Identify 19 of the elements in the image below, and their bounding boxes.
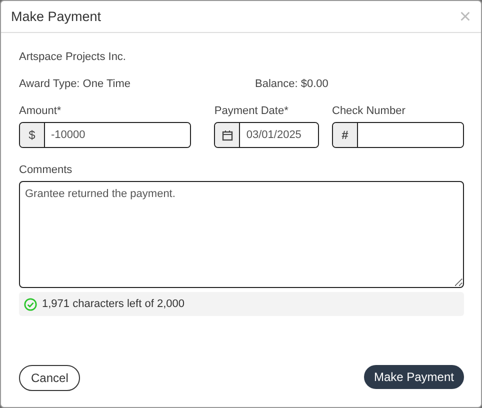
field-label: Amount*	[19, 105, 62, 117]
check-number-field[interactable]: #	[332, 122, 464, 148]
calendar-icon	[222, 130, 233, 140]
currency-addon: $	[20, 123, 45, 147]
date-field[interactable]: 03/01/2025	[214, 122, 320, 148]
check-circle-icon	[24, 298, 37, 310]
make-payment-button[interactable]: Make Payment	[364, 365, 464, 389]
field-label: Payment Date*	[214, 105, 290, 117]
cancel-button[interactable]: Cancel	[19, 365, 80, 391]
grantee-name: Artspace Projects Inc.	[19, 51, 127, 63]
amount-field[interactable]: $ -10000	[19, 122, 191, 148]
dialog-title: Make Payment	[11, 9, 102, 24]
field-label: Check Number	[332, 105, 406, 117]
balance: Balance: $0.00	[255, 78, 328, 90]
field-label: Comments	[19, 164, 74, 176]
award-type: Award Type: One Time	[19, 78, 132, 90]
comments-field[interactable]: Grantee returned the payment.	[19, 181, 464, 288]
counter-text: 1,971 characters left of 2,000	[42, 298, 184, 310]
hash-addon: #	[333, 123, 358, 147]
